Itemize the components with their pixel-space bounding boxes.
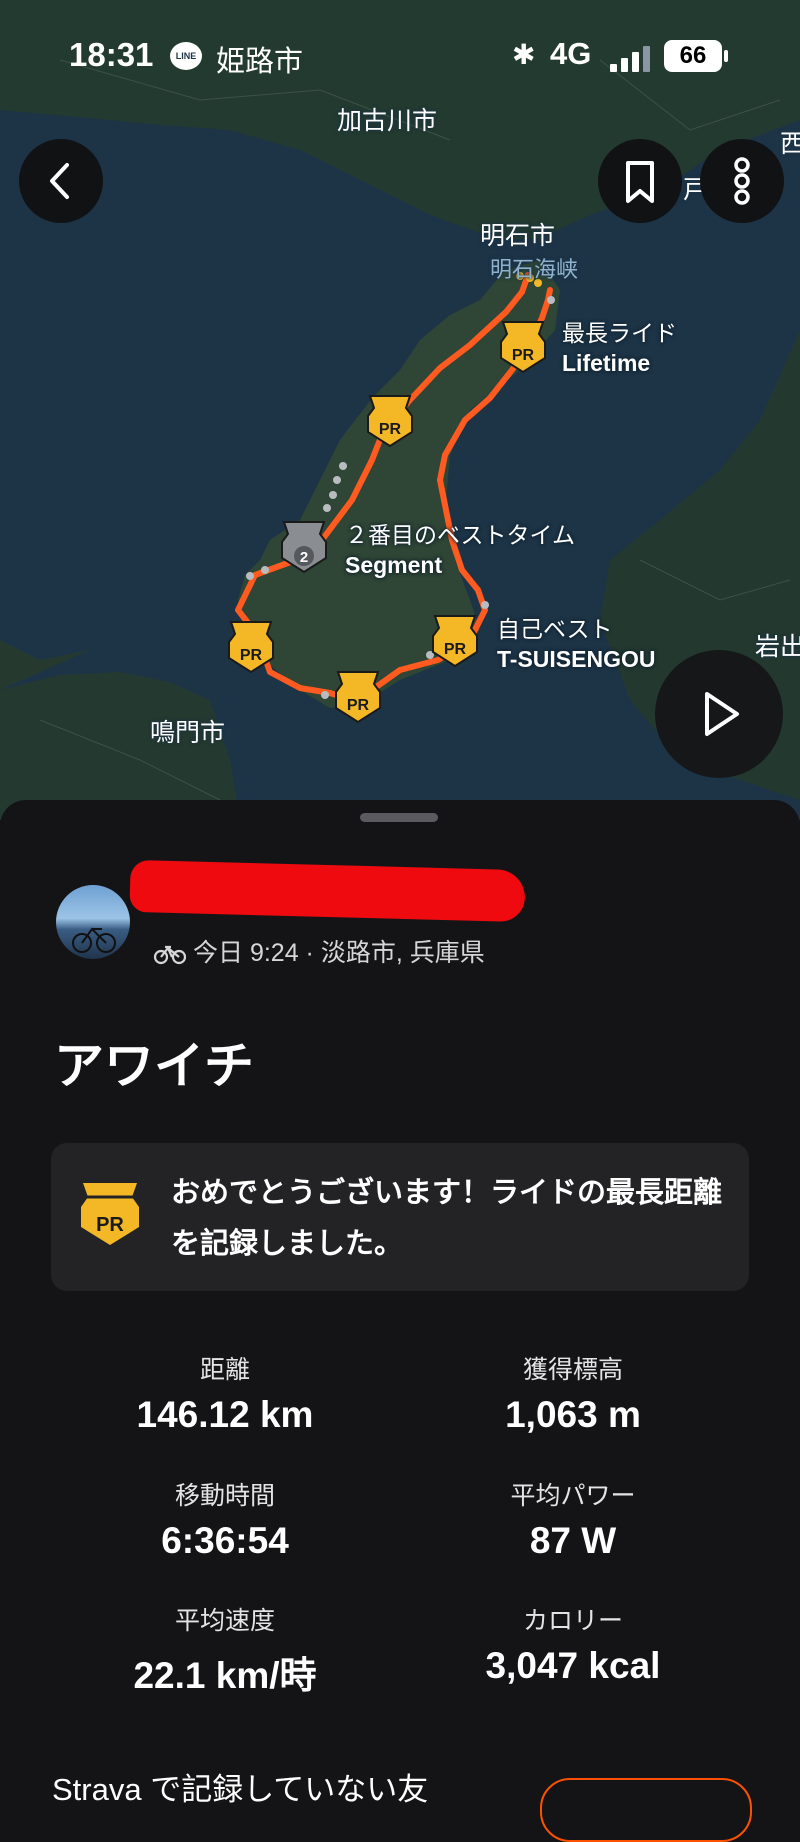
- pin-label-longest-ride: 最長ライド Lifetime: [562, 318, 677, 378]
- pin-badge-text: PR: [240, 647, 263, 664]
- status-bar: 18:31 LINE 姫路市 ✱ 4G 66: [0, 0, 800, 110]
- pr-badge-icon: PR: [81, 1183, 139, 1245]
- stat-label: 距離: [199, 1356, 250, 1384]
- pr-badge-icon[interactable]: PR: [225, 618, 277, 674]
- bookmark-icon: [626, 161, 654, 203]
- invite-friends-button[interactable]: [540, 1778, 752, 1842]
- stat-value: 22.1 km/時: [133, 1655, 317, 1696]
- network-type: 4G: [550, 36, 592, 71]
- stat-value: 1,063 m: [505, 1394, 641, 1435]
- stat-label: 獲得標高: [522, 1356, 623, 1384]
- pin-label-second-best: ２番目のベストタイム Segment: [345, 520, 575, 580]
- stat-value: 6:36:54: [161, 1520, 289, 1561]
- status-time: 18:31: [69, 36, 154, 73]
- pin-title: 最長ライド: [562, 320, 677, 346]
- stat-label: カロリー: [522, 1607, 623, 1635]
- pin-badge-text: 2: [300, 549, 308, 566]
- play-icon: [705, 692, 739, 736]
- pin-badge-text: PR: [512, 347, 535, 364]
- stat-elevation-gain: 獲得標高 1,063 m: [408, 1350, 738, 1436]
- pin-badge-text: PR: [444, 641, 467, 658]
- stat-label: 平均速度: [174, 1607, 275, 1635]
- stat-label: 移動時間: [174, 1482, 275, 1510]
- map-label-akashi: 明石市: [480, 222, 556, 250]
- signal-icon: [610, 44, 656, 72]
- pin-title: 自己ベスト: [497, 616, 613, 642]
- pin-title: ２番目のベストタイム: [345, 522, 575, 548]
- stat-average-power: 平均パワー 87 W: [408, 1476, 738, 1562]
- stat-calories: カロリー 3,047 kcal: [408, 1601, 738, 1687]
- redacted-username: [129, 859, 526, 923]
- bookmark-button[interactable]: [598, 139, 682, 223]
- stat-label: 平均パワー: [510, 1482, 636, 1510]
- avatar-bike-photo: [72, 927, 116, 953]
- pin-label-personal-best: 自己ベスト T-SUISENGOU: [497, 614, 655, 674]
- activity-title: アワイチ: [54, 1038, 254, 1094]
- map-label-kakogawa: 加古川市: [337, 107, 438, 135]
- pr-badge-icon[interactable]: PR: [429, 612, 481, 668]
- activity-sheet: 今日 9:24 · 淡路市, 兵庫県 アワイチ PR おめでとうございます！ライ…: [0, 800, 800, 1842]
- stat-distance: 距離 146.12 km: [60, 1350, 390, 1436]
- stat-value: 146.12 km: [136, 1394, 314, 1435]
- battery-icon: 66: [664, 40, 728, 72]
- activity-meta: 今日 9:24 · 淡路市, 兵庫県: [153, 933, 485, 969]
- pr-badge-icon[interactable]: PR: [497, 318, 549, 374]
- stat-average-speed: 平均速度 22.1 km/時: [60, 1601, 390, 1699]
- segment-second-best-icon[interactable]: 2: [278, 518, 330, 574]
- more-vertical-icon: [734, 157, 750, 205]
- bluetooth-icon: ✱: [512, 39, 536, 70]
- sheet-drag-handle[interactable]: [360, 813, 438, 822]
- pin-subtitle: Lifetime: [562, 350, 651, 376]
- invite-friends-text: Strava で記録していない友: [52, 1772, 429, 1807]
- pin-subtitle: Segment: [345, 552, 443, 578]
- achievement-message: おめでとうございます！ライドの最長距離を記録しました。: [171, 1177, 723, 1260]
- map-label-naruto: 鳴門市: [150, 719, 226, 747]
- status-location: 姫路市: [216, 46, 304, 78]
- pin-badge-text: PR: [379, 421, 402, 438]
- pin-badge-text: PR: [347, 697, 370, 714]
- line-app-icon: LINE: [170, 42, 202, 70]
- chevron-left-icon: [50, 163, 69, 199]
- stat-moving-time: 移動時間 6:36:54: [60, 1476, 390, 1562]
- pr-badge-icon[interactable]: PR: [332, 668, 384, 724]
- play-flyover-button[interactable]: [655, 650, 783, 778]
- avatar[interactable]: [56, 885, 130, 959]
- stat-value: 87 W: [529, 1520, 617, 1561]
- stat-value: 3,047 kcal: [485, 1645, 661, 1686]
- pin-subtitle: T-SUISENGOU: [497, 646, 656, 672]
- back-button[interactable]: [19, 139, 103, 223]
- achievement-badge-text: PR: [96, 1214, 124, 1236]
- bike-icon: [153, 946, 187, 965]
- activity-date-location: 今日 9:24 · 淡路市, 兵庫県: [193, 939, 485, 967]
- achievement-card[interactable]: PR おめでとうございます！ライドの最長距離を記録しました。: [51, 1143, 749, 1291]
- more-options-button[interactable]: [700, 139, 784, 223]
- map-label-akashi-strait: 明石海峡: [490, 257, 579, 282]
- activity-map[interactable]: 18:31 LINE 姫路市 ✱ 4G 66 加古川市 明石市 明石海峡 鳴門市…: [0, 0, 800, 820]
- pr-badge-icon[interactable]: PR: [364, 392, 416, 448]
